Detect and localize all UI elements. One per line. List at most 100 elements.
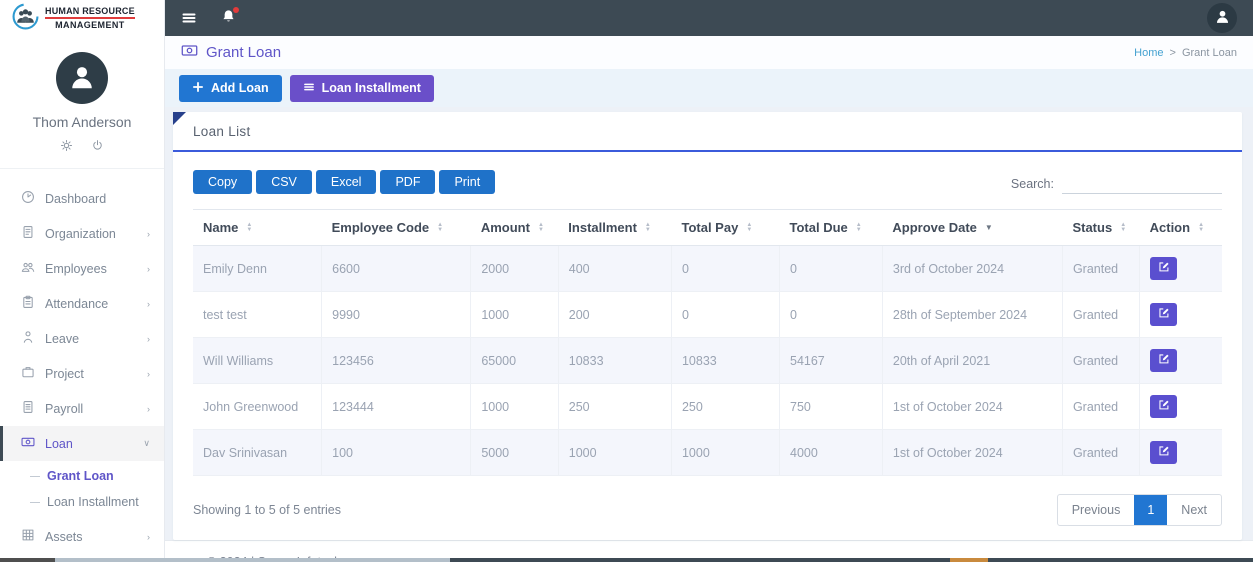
cell-name: test test bbox=[193, 291, 323, 338]
table-toolbar: Copy CSV Excel PDF Print Search: bbox=[193, 170, 1222, 194]
cell-total_pay: 1000 bbox=[671, 429, 781, 476]
table-row: Emily Denn 6600 2000 400 0 0 3rd of October 20… bbox=[193, 245, 1222, 292]
sidebar-subitem-label: Loan Installment bbox=[47, 495, 139, 509]
plus-icon bbox=[192, 81, 204, 96]
copy-button[interactable]: Copy bbox=[193, 170, 253, 194]
add-loan-button[interactable]: Add Loan bbox=[179, 74, 282, 102]
notification-dot bbox=[233, 7, 239, 13]
cell-amount: 1000 bbox=[470, 291, 559, 338]
column-label: Total Due bbox=[789, 220, 848, 235]
edit-icon bbox=[1158, 353, 1170, 368]
column-header-amount[interactable]: Amount ▲ ▼ bbox=[470, 209, 559, 246]
sidebar-item-assets[interactable]: Assets › bbox=[0, 519, 164, 554]
cell-total_due: 4000 bbox=[779, 429, 883, 476]
user-icon bbox=[1214, 8, 1231, 28]
sidebar-item-organization[interactable]: Organization › bbox=[0, 216, 164, 251]
money-icon bbox=[181, 42, 198, 63]
taskbar-segment bbox=[950, 558, 988, 562]
search: Search: bbox=[1011, 174, 1222, 194]
column-label: Status bbox=[1072, 220, 1113, 235]
edit-loan-button[interactable] bbox=[1150, 303, 1178, 326]
table-row: Dav Srinivasan 100 5000 1000 1000 4000 1st of … bbox=[193, 429, 1222, 476]
assets-icon bbox=[21, 528, 35, 545]
column-header-employee_code[interactable]: Employee Code ▲ ▼ bbox=[321, 209, 471, 246]
gear-icon[interactable] bbox=[60, 139, 73, 155]
sidebar-subitem-loan-installment[interactable]: Loan Installment bbox=[30, 489, 164, 515]
csv-button[interactable]: CSV bbox=[256, 170, 312, 194]
sidebar-submenu: Grant Loan Loan Installment bbox=[0, 461, 164, 519]
sidebar-item-label: Project bbox=[45, 366, 84, 381]
employees-icon bbox=[21, 260, 35, 277]
cell-action bbox=[1139, 291, 1222, 338]
notifications-bell[interactable] bbox=[221, 7, 239, 27]
avatar[interactable] bbox=[56, 52, 108, 104]
column-header-name[interactable]: Name ▲ ▼ bbox=[193, 209, 322, 246]
chevron-right-icon: › bbox=[147, 263, 150, 274]
sidebar-item-leave[interactable]: Leave › bbox=[0, 321, 164, 356]
pagination: Previous 1 Next bbox=[1056, 494, 1222, 526]
table-footer: Showing 1 to 5 of 5 entries Previous 1 N… bbox=[193, 494, 1222, 526]
cell-total_due: 750 bbox=[779, 383, 883, 430]
sidebar-item-payroll[interactable]: Payroll › bbox=[0, 391, 164, 426]
column-label: Approve Date bbox=[892, 220, 977, 235]
brand-logo[interactable]: HUMAN RESOURCE MANAGEMENT bbox=[0, 0, 164, 36]
column-label: Amount bbox=[480, 220, 530, 235]
card-body: Copy CSV Excel PDF Print Search: Name ▲ ▼ Emplo… bbox=[173, 152, 1242, 540]
pagination-page-1[interactable]: 1 bbox=[1134, 495, 1168, 525]
chevron-down-icon: ∨ bbox=[143, 438, 150, 448]
main-area: Grant Loan Home > Grant Loan Add Loan Lo… bbox=[165, 0, 1253, 562]
cell-installment: 10833 bbox=[558, 337, 672, 384]
sort-icon: ▲ ▼ bbox=[644, 221, 651, 233]
power-icon[interactable] bbox=[91, 139, 104, 155]
cell-employee_code: 6600 bbox=[321, 245, 472, 292]
cell-name: Will Williams bbox=[193, 337, 323, 384]
brand-line2: MANAGEMENT bbox=[55, 20, 125, 30]
breadcrumb-home[interactable]: Home bbox=[1134, 47, 1163, 59]
sidebar-item-loan[interactable]: Loan ∨ bbox=[0, 426, 164, 461]
search-input[interactable] bbox=[1062, 174, 1222, 194]
column-header-installment[interactable]: Installment ▲ ▼ bbox=[558, 209, 672, 246]
chevron-right-icon: › bbox=[147, 531, 150, 542]
column-header-status[interactable]: Status ▲ ▼ bbox=[1062, 209, 1140, 246]
column-label: Installment bbox=[568, 220, 637, 235]
content-area: Loan List Copy CSV Excel PDF Print Search: N… bbox=[165, 107, 1253, 540]
loan-table: Name ▲ ▼ Employee Code ▲ ▼ Amount ▲ ▼ Installment… bbox=[193, 209, 1222, 476]
sidebar-item-label: Employees bbox=[45, 261, 107, 276]
column-header-total_pay[interactable]: Total Pay ▲ ▼ bbox=[671, 209, 780, 246]
sidebar: HUMAN RESOURCE MANAGEMENT Thom Anderson … bbox=[0, 0, 165, 558]
chevron-right-icon: › bbox=[147, 368, 150, 379]
cell-installment: 400 bbox=[558, 245, 672, 292]
topbar-avatar[interactable] bbox=[1207, 3, 1237, 33]
sidebar-item-employees[interactable]: Employees › bbox=[0, 251, 164, 286]
edit-loan-button[interactable] bbox=[1150, 257, 1178, 280]
sort-icon: ▲ ▼ bbox=[437, 221, 444, 233]
column-header-action[interactable]: Action ▲ ▼ bbox=[1139, 209, 1222, 246]
excel-button[interactable]: Excel bbox=[315, 170, 377, 194]
print-button[interactable]: Print bbox=[439, 170, 496, 194]
sidebar-item-label: Leave bbox=[45, 331, 80, 346]
edit-loan-button[interactable] bbox=[1150, 441, 1178, 464]
edit-loan-button[interactable] bbox=[1150, 395, 1178, 418]
cell-action bbox=[1139, 383, 1222, 430]
sort-icon: ▲ ▼ bbox=[746, 221, 753, 233]
sidebar-item-project[interactable]: Project › bbox=[0, 356, 164, 391]
pdf-button[interactable]: PDF bbox=[380, 170, 436, 194]
sidebar-subitem-label: Grant Loan bbox=[47, 469, 114, 483]
column-header-total_due[interactable]: Total Due ▲ ▼ bbox=[779, 209, 883, 246]
hamburger-icon[interactable] bbox=[181, 10, 197, 26]
column-header-approve_date[interactable]: Approve Date ▼ bbox=[882, 209, 1063, 246]
project-icon bbox=[21, 365, 35, 382]
chevron-right-icon: › bbox=[147, 228, 150, 239]
edit-loan-button[interactable] bbox=[1150, 349, 1178, 372]
titlebar: Grant Loan Home > Grant Loan bbox=[165, 36, 1253, 69]
sidebar-subitem-grant-loan[interactable]: Grant Loan bbox=[30, 463, 164, 489]
list-icon bbox=[303, 81, 315, 96]
pagination-previous[interactable]: Previous bbox=[1058, 495, 1135, 525]
loan-installment-button[interactable]: Loan Installment bbox=[289, 74, 434, 102]
pagination-next[interactable]: Next bbox=[1167, 495, 1221, 525]
sidebar-item-attendance[interactable]: Attendance › bbox=[0, 286, 164, 321]
page-title: Grant Loan bbox=[181, 42, 281, 63]
sidebar-item-dashboard[interactable]: Dashboard bbox=[0, 181, 164, 216]
sidebar-item-label: Organization bbox=[45, 226, 116, 241]
cell-action bbox=[1139, 337, 1222, 384]
